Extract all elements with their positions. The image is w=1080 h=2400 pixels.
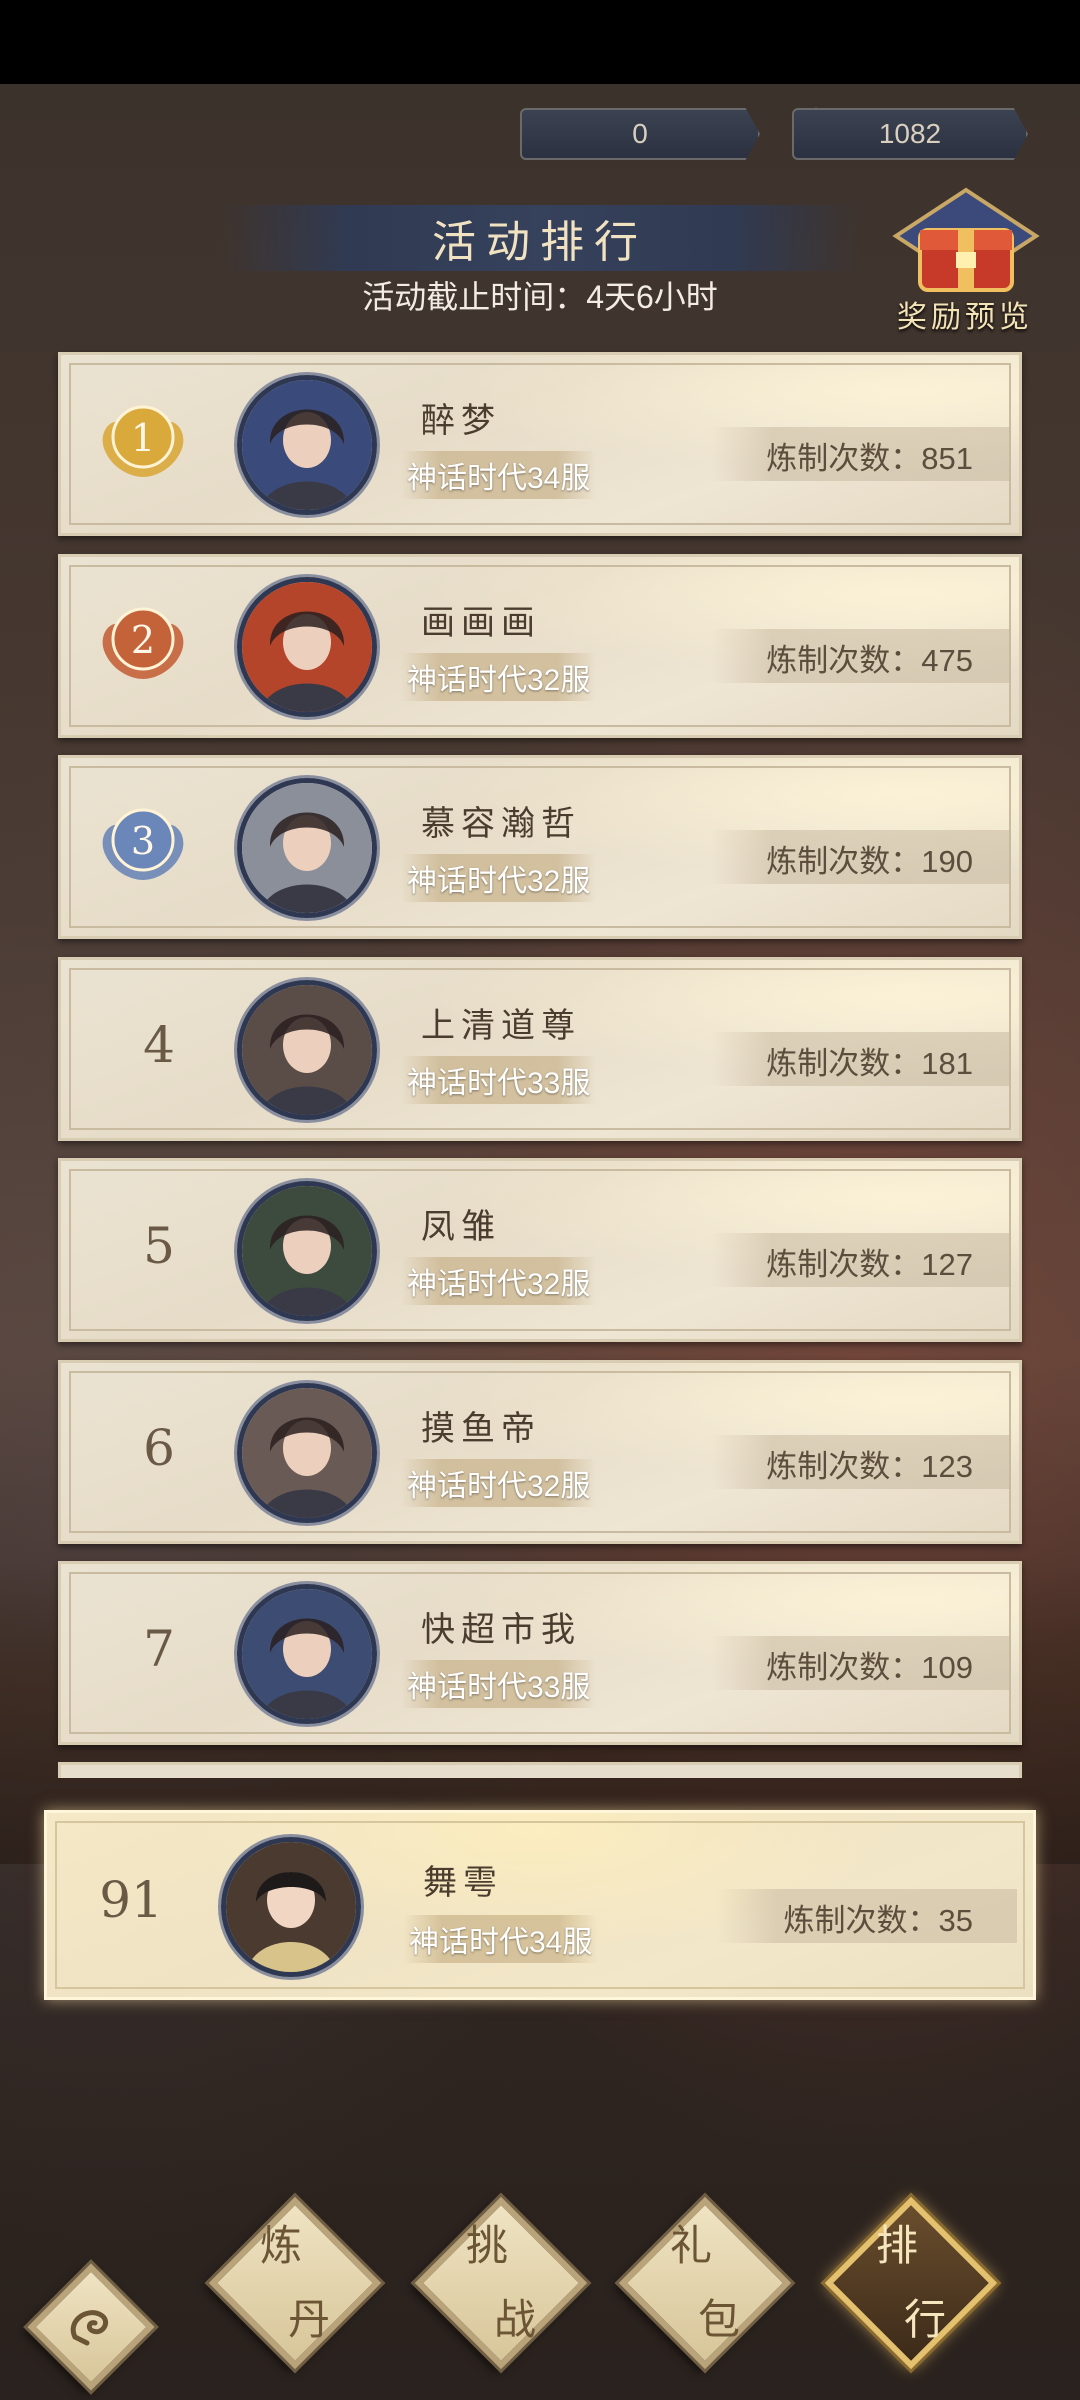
rank-row: 7 快超市我 神话时代33服 炼制次数：109 [58,1561,1022,1745]
player-name: 醉梦 [421,401,501,441]
player-name: 快超市我 [421,1610,581,1650]
player-server: 神话时代33服 [401,1056,597,1104]
rank-row: 6 摸鱼帝 神话时代32服 炼制次数：123 [58,1360,1022,1544]
player-score: 炼制次数：109 [766,1650,973,1685]
rank-medal-number: 2 [131,618,155,662]
player-name: 慕容瀚哲 [421,804,581,844]
player-server: 神话时代32服 [401,854,597,902]
portrait-icon [226,1842,356,1972]
my-avatar [221,1837,361,1977]
nav-button-label: 挑 战 [416,2198,586,2368]
rank-row: 3 慕容瀚哲 神话时代32服 炼制次数：190 [58,755,1022,939]
page-title: 活动排行 [432,217,648,268]
portrait-icon [242,783,372,913]
nav-button-3[interactable]: 礼 包 [618,2196,792,2370]
currency-bar-jade: 1082 [792,108,1028,160]
rank-number: 7 [143,1620,175,1678]
portrait-icon [242,1186,372,1316]
rank-number: 5 [143,1217,175,1275]
status-bar [0,0,1080,84]
nav-button-1[interactable]: 炼 丹 [208,2196,382,2370]
my-rank-number: 91 [99,1871,163,1929]
nav-label-char: 炼 [259,2221,302,2270]
nav-label-char: 行 [903,2295,946,2344]
player-avatar [237,980,377,1120]
player-server: 神话时代33服 [401,1660,597,1708]
rank-medal-icon: 3 [102,808,184,880]
rank-medal-number: 3 [131,819,155,863]
player-avatar [237,778,377,918]
back-button[interactable] [16,2252,166,2400]
nav-button-label: 排 行 [826,2198,996,2368]
nav-label-char: 战 [493,2295,536,2344]
nav-button-4[interactable]: 排 行 [824,2196,998,2370]
player-avatar [237,1584,377,1724]
rank-medal-number: 1 [131,416,155,460]
player-name: 凤雏 [421,1207,501,1247]
nav-label-char: 包 [697,2295,740,2344]
rank-number: 4 [143,1016,175,1074]
my-server: 神话时代34服 [403,1915,599,1963]
reward-preview-label[interactable]: 奖励预览 [880,292,1050,336]
swirl-back-icon [70,2310,108,2346]
portrait-icon [242,1388,372,1518]
player-avatar [237,1383,377,1523]
portrait-icon [242,985,372,1115]
player-score: 炼制次数：181 [766,1046,973,1081]
player-score: 炼制次数：851 [766,441,973,476]
nav-label-char: 挑 [465,2221,508,2270]
player-server: 神话时代32服 [401,653,597,701]
currency-value-jade: 1082 [878,118,942,149]
nav-button-label: 炼 丹 [210,2198,380,2368]
player-name: 摸鱼帝 [421,1409,541,1449]
nav-label-char: 礼 [669,2221,712,2270]
player-score: 炼制次数：190 [766,844,973,879]
my-rank-row: 91 舞雩 神话时代34服 炼制次数：35 [44,1810,1036,2000]
player-score: 炼制次数：123 [766,1449,973,1484]
rank-row: 1 醉梦 神话时代34服 炼制次数：851 [58,352,1022,536]
my-score: 炼制次数：35 [783,1903,973,1938]
player-avatar [237,577,377,717]
title-banner: 活动排行 [220,205,860,271]
currency-value-gold: 0 [632,118,648,149]
player-server: 神话时代34服 [401,451,597,499]
nav-button-2[interactable]: 挑 战 [414,2196,588,2370]
portrait-icon [242,380,372,510]
player-server: 神话时代32服 [401,1459,597,1507]
nav-label-char: 丹 [287,2295,330,2344]
nav-button-label: 礼 包 [620,2198,790,2368]
nav-label-char: 排 [875,2221,918,2270]
player-score: 炼制次数：127 [766,1247,973,1282]
player-name: 上清道尊 [421,1006,581,1046]
rank-row: 2 画画画 神话时代32服 炼制次数：475 [58,554,1022,738]
rank-medal-icon: 2 [102,607,184,679]
player-server: 神话时代32服 [401,1257,597,1305]
portrait-icon [242,1589,372,1719]
portrait-icon [242,582,372,712]
player-avatar [237,1181,377,1321]
my-player-name: 舞雩 [423,1863,503,1903]
rank-row: 4 上清道尊 神话时代33服 炼制次数：181 [58,957,1022,1141]
player-avatar [237,375,377,515]
player-name: 画画画 [421,603,541,643]
partial-list-item [58,1762,1022,1778]
rank-number: 6 [143,1419,175,1477]
player-score: 炼制次数：475 [766,643,973,678]
rank-medal-icon: 1 [102,405,184,477]
currency-bar-gold: 0 [520,108,760,160]
rank-row: 5 凤雏 神话时代32服 炼制次数：127 [58,1158,1022,1342]
